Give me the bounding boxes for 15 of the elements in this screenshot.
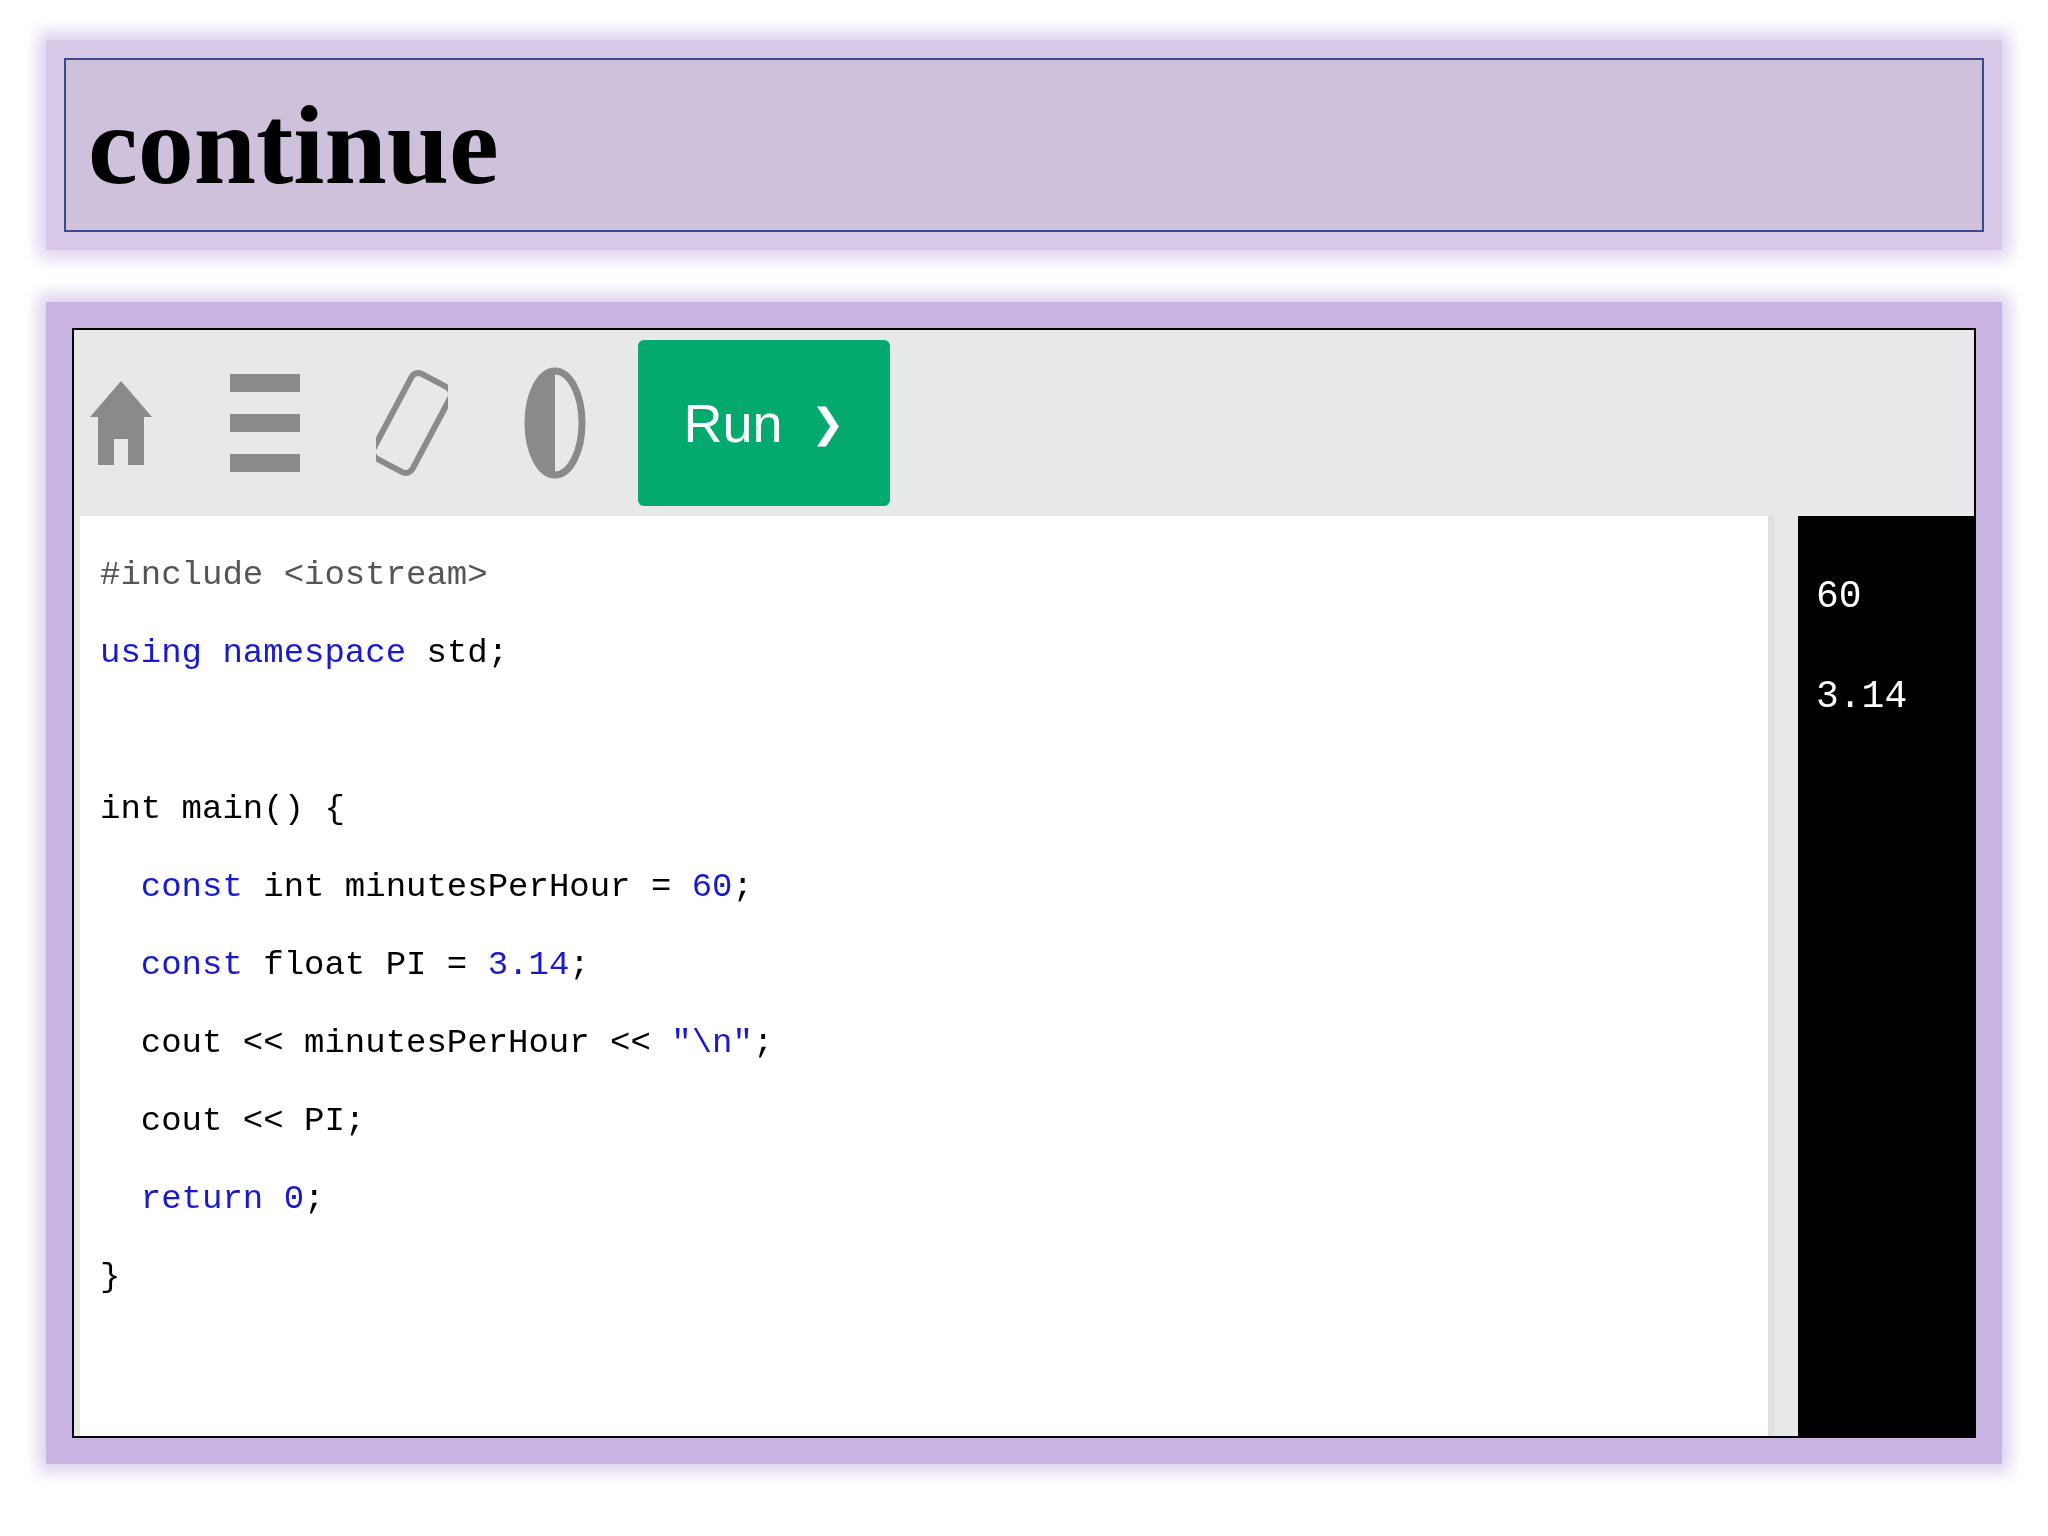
code-line: const float PI = 3.14;: [139, 944, 590, 986]
code-line: }: [100, 1256, 121, 1298]
code-line: using namespace std;: [100, 632, 509, 674]
slide-title: continue: [88, 89, 499, 201]
code-line: cout << minutesPerHour << "\n";: [139, 1022, 774, 1064]
code-line: return 0;: [139, 1178, 325, 1220]
output-line: 3.14: [1816, 673, 1908, 720]
code-editor[interactable]: #include <iostream> using namespace std; int main() { const int minutesPerHour = 60; const float PI = 3.14; cout << minutesPerHour << "\n"; cout << PI; return 0; }: [80, 516, 1774, 1436]
code-line: const int minutesPerHour = 60;: [139, 866, 753, 908]
menu-icon[interactable]: [230, 372, 300, 474]
code-line: int main() {: [100, 788, 345, 830]
contrast-icon[interactable]: [524, 367, 586, 479]
code-line: #include <iostream>: [100, 554, 488, 596]
output-line: 60: [1816, 573, 1862, 620]
code-line: cout << PI;: [139, 1100, 366, 1142]
